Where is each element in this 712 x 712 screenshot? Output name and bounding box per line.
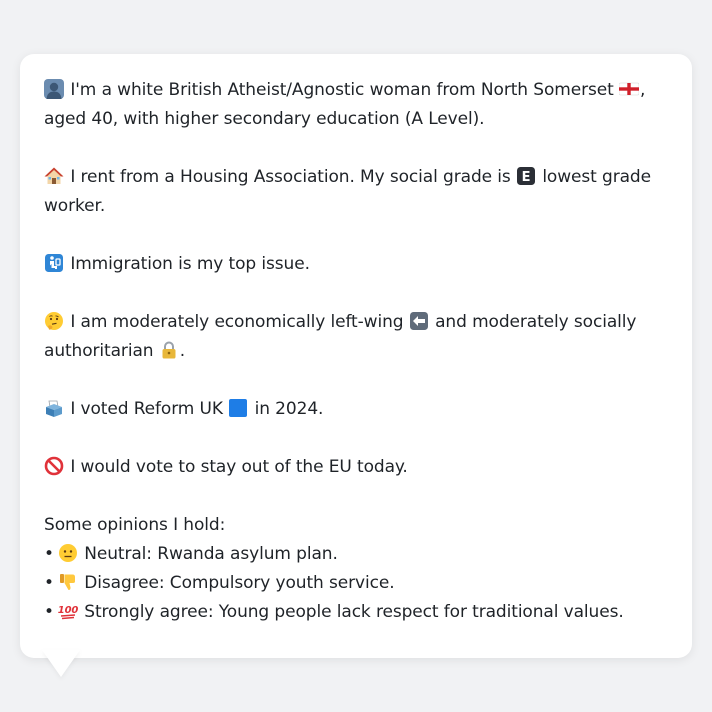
list-item: • Neutral: Rwanda asylum plan. bbox=[44, 540, 668, 569]
bubble-tail bbox=[42, 650, 80, 677]
politics-text-end: . bbox=[179, 341, 186, 361]
top-issue-text: Immigration is my top issue. bbox=[70, 254, 310, 274]
list-item: • 100 Strongly agree: Young people lack … bbox=[44, 598, 668, 627]
opinion-text: Strongly agree: Young people lack respec… bbox=[84, 602, 624, 622]
neutral-face-icon bbox=[58, 544, 77, 562]
bullet-marker: • bbox=[44, 602, 54, 622]
immigration-paragraph: Immigration is my top issue. bbox=[44, 250, 668, 279]
chat-message-bubble: I'm a white British Atheist/Agnostic wom… bbox=[20, 54, 692, 658]
vote-paragraph: I voted Reform UK in 2024. bbox=[44, 395, 668, 424]
house-icon bbox=[44, 167, 64, 184]
vote-text-start: I voted Reform UK bbox=[70, 399, 223, 419]
housing-text-start: I rent from a Housing Association. My so… bbox=[70, 167, 511, 187]
opinion-text: Neutral: Rwanda asylum plan. bbox=[84, 544, 338, 564]
thinking-face-icon bbox=[45, 312, 63, 330]
lock-icon bbox=[162, 341, 176, 359]
bullet-marker: • bbox=[44, 544, 54, 564]
thumbs-down-icon bbox=[59, 574, 75, 590]
eu-paragraph: I would vote to stay out of the EU today… bbox=[44, 453, 668, 482]
intro-text-start: I'm a white British Atheist/Agnostic wom… bbox=[70, 80, 614, 100]
passport-control-icon bbox=[45, 254, 63, 272]
opinions-section: Some opinions I hold: • Neutral: Rwanda … bbox=[44, 511, 668, 627]
housing-paragraph: I rent from a Housing Association. My so… bbox=[44, 163, 668, 221]
intro-paragraph: I'm a white British Atheist/Agnostic wom… bbox=[44, 76, 668, 134]
bullet-marker: • bbox=[44, 573, 54, 593]
prohibited-icon bbox=[44, 456, 64, 476]
grade-letter: E bbox=[522, 170, 531, 185]
eu-text: I would vote to stay out of the EU today… bbox=[70, 457, 408, 477]
blue-square-icon bbox=[229, 399, 248, 417]
hundred-points-icon: 100 bbox=[58, 605, 78, 620]
svg-text:100: 100 bbox=[58, 605, 78, 616]
opinions-heading: Some opinions I hold: bbox=[44, 515, 226, 535]
politics-text-start: I am moderately economically left-wing bbox=[70, 312, 404, 332]
list-item: • Disagree: Compulsory youth service. bbox=[44, 569, 668, 598]
politics-paragraph: I am moderately economically left-wing a… bbox=[44, 308, 668, 366]
opinion-text: Disagree: Compulsory youth service. bbox=[84, 573, 395, 593]
left-arrow-icon bbox=[409, 312, 428, 330]
england-flag-icon bbox=[618, 82, 639, 96]
message-content: I'm a white British Atheist/Agnostic wom… bbox=[44, 76, 668, 627]
ballot-box-icon bbox=[46, 400, 62, 417]
letter-e-icon: E bbox=[517, 167, 535, 185]
person-silhouette-icon bbox=[44, 79, 64, 99]
vote-text-end: in 2024. bbox=[254, 399, 324, 419]
